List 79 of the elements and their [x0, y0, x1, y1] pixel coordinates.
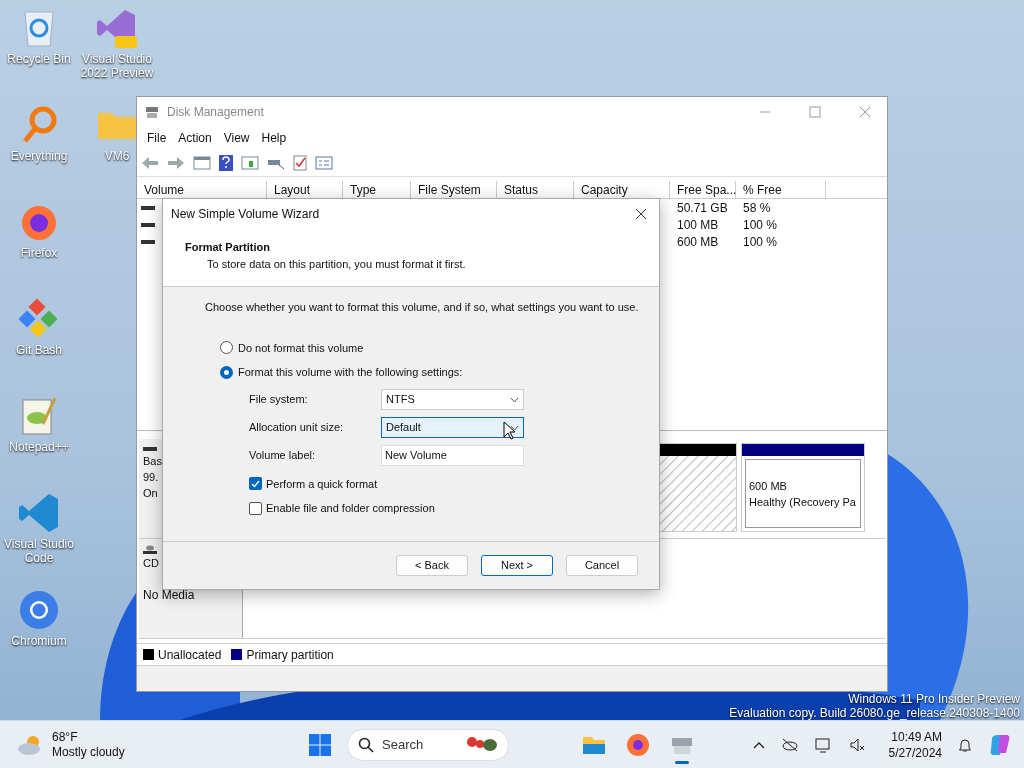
bell-icon[interactable] [958, 736, 972, 753]
panel-icon[interactable] [241, 155, 259, 170]
disk-label: Bas [143, 454, 163, 469]
disk-label: 99. [143, 470, 160, 485]
page-heading: Format Partition [185, 240, 271, 255]
dialog-title: New Simple Volume Wizard [171, 206, 321, 223]
dropdown-field[interactable]: Default [381, 417, 524, 438]
field-label: Allocation unit size: [249, 420, 345, 436]
close-icon[interactable] [635, 208, 647, 220]
temperature-text: 68°F [52, 729, 79, 745]
partition-text: 600 MB [749, 478, 788, 494]
network-off-icon[interactable] [780, 737, 799, 752]
cd-drive-icon [143, 545, 157, 555]
table-cell-text: 58 % [742, 199, 772, 217]
radio-option[interactable]: Do not format this volume [220, 339, 659, 356]
forward-arrow-icon[interactable] [167, 155, 185, 170]
column-header[interactable]: Free Spa... [670, 181, 736, 198]
back-arrow-icon[interactable] [141, 155, 159, 170]
disk-label: CD [143, 556, 160, 571]
disk-label: On [143, 486, 159, 501]
legend-label: Unallocated [158, 646, 222, 664]
speaker-muted-icon[interactable] [848, 736, 865, 753]
console-icon[interactable] [193, 155, 211, 170]
weather-condition: Mostly cloudy [52, 744, 125, 760]
checklist-icon[interactable] [293, 154, 307, 171]
drive-icon [141, 237, 155, 246]
menu-item[interactable]: View [217, 129, 256, 147]
dialog-button[interactable]: < Back [396, 555, 468, 576]
partition-text: Healthy (Recovery Pa [749, 494, 857, 510]
legend-label: Primary partition [246, 646, 334, 664]
radio-button[interactable] [220, 341, 233, 355]
field-label: Volume label: [249, 448, 317, 464]
vscode-icon [17, 491, 61, 535]
copilot-icon[interactable] [988, 732, 1012, 757]
checkbox-label: Perform a quick format [266, 476, 378, 492]
dialog-button[interactable]: Next > [481, 555, 553, 576]
window-title: Disk Management [167, 104, 264, 121]
instruction-text: Choose whether you want to format this volume, and if so, what settings you want to use. [205, 300, 640, 315]
firefox-icon[interactable] [625, 731, 651, 758]
mouse-cursor-icon [503, 421, 515, 440]
checkbox[interactable] [249, 501, 262, 515]
table-cell-text: 600 MB [676, 233, 720, 251]
radio-button[interactable] [220, 365, 233, 379]
chromium-icon [17, 588, 61, 632]
chevron-down-icon [510, 396, 519, 403]
evaluation-notice: Evaluation copy. Build 26080.ge_release.240308-1400 [729, 706, 1020, 720]
maximize-icon[interactable] [809, 106, 821, 118]
display-icon[interactable] [814, 736, 833, 753]
checkbox[interactable] [249, 477, 262, 491]
dialog-button[interactable]: Cancel [566, 555, 638, 576]
disk-status: No Media [143, 587, 196, 603]
text-field[interactable]: New Volume [381, 445, 524, 466]
search-field[interactable]: Search [347, 728, 509, 761]
properties-icon[interactable] [315, 155, 333, 170]
menu-item[interactable]: Action [172, 129, 218, 147]
menu-item[interactable]: File [141, 129, 173, 147]
radio-label: Format this volume with the following settings: [238, 365, 463, 380]
dropdown-field[interactable]: NTFS [381, 389, 524, 410]
search-icon [358, 736, 374, 753]
menu-item[interactable]: Help [255, 129, 293, 147]
clock[interactable]: 10:49 AM 5/27/2024 [888, 728, 942, 761]
table-cell-text: 100 % [742, 233, 779, 251]
field-label: File system: [249, 392, 309, 408]
checkbox-label: Enable file and folder compression [266, 501, 435, 516]
disk-drive-icon [145, 105, 159, 119]
radio-label: Do not format this volume [238, 340, 364, 356]
help-icon[interactable] [219, 154, 233, 171]
table-cell-text: 50.71 GB [676, 199, 729, 217]
page-subtitle: To store data on this partition, you must format it first. [206, 256, 467, 272]
chevron-down-icon [510, 424, 519, 431]
table-cell-text: 100 MB [676, 216, 720, 234]
chevron-up-icon[interactable] [752, 740, 765, 749]
start-icon[interactable] [308, 732, 332, 757]
drive-icon [141, 203, 155, 212]
table-cell-text: 100 % [742, 216, 779, 234]
radio-option[interactable]: Format this volume with the following settings: [220, 364, 659, 381]
drive-icon [143, 445, 157, 453]
column-header[interactable]: % Free [736, 181, 826, 198]
drive-icon [141, 220, 155, 229]
